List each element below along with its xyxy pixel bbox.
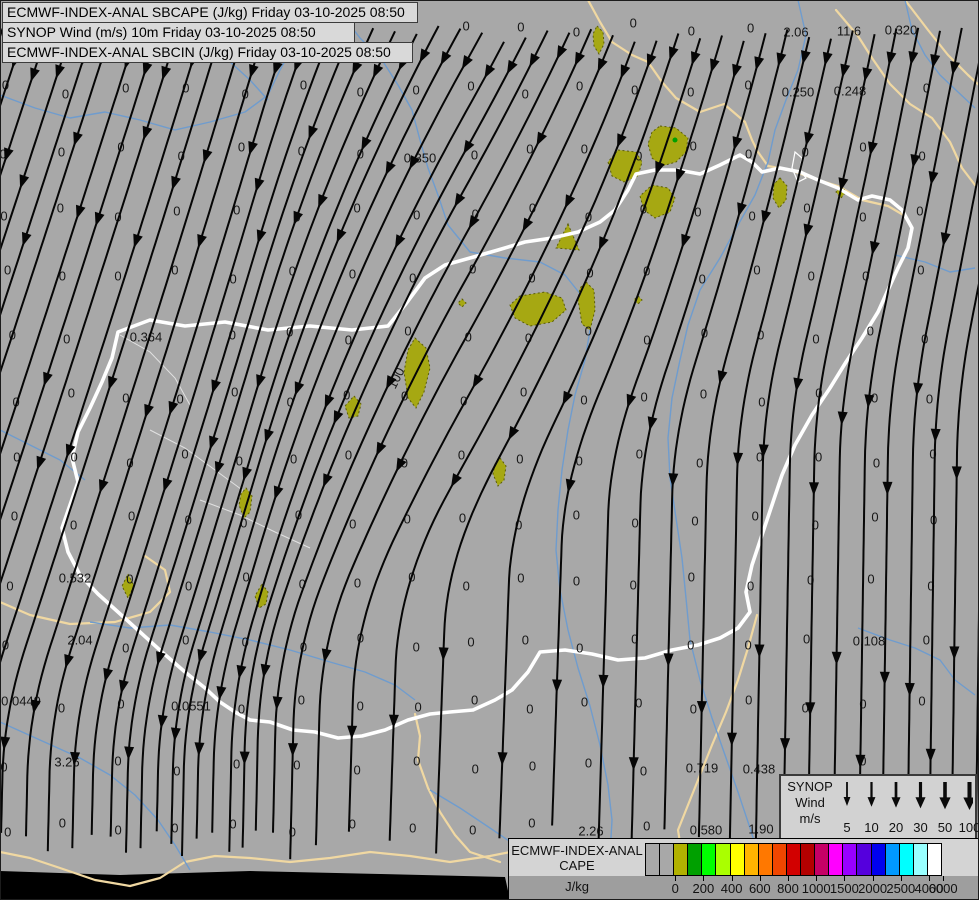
colorbar-cell [758,843,773,876]
synop-wind-legend: SYNOP Wind m/s 5 10 20 30 50 100 [779,774,977,841]
colorbar-tick-label: 1500 [830,881,859,896]
colorbar-cell [885,843,900,876]
colorbar-cell [800,843,815,876]
rivers [0,0,975,880]
cape-color-legend: ECMWF-INDEX-ANAL CAPE J/kg 0 200 400 600 800… [508,838,979,900]
geography-layer [0,0,979,900]
colorbar-cell [744,843,759,876]
colorbar-cell [715,843,730,876]
wind-arrow-head-icon [868,797,876,807]
cape-patches [122,26,846,608]
colorbar-cell [730,843,745,876]
cape-legend-title-line2: CAPE [509,858,645,873]
colorbar-tick-label: 800 [777,881,799,896]
colorbar-cell [701,843,716,876]
cape-colorbar [646,843,942,876]
cape-200-spot [673,138,678,143]
title-sbcape-text: ECMWF-INDEX-ANAL SBCAPE (J/kg) Friday 03… [7,4,405,20]
colorbar-tick-label: 2000 [858,881,887,896]
wind-arrow-head-icon [892,797,901,807]
colorbar-tick-label: 200 [693,881,715,896]
cape-legend-unit: J/kg [509,879,645,894]
colorbar-cell [842,843,857,876]
weather-map: 100 000000000000000000000000000000000000… [0,0,979,900]
colorbar-cell [814,843,829,876]
colorbar-cell [828,843,843,876]
county-borders [120,335,310,548]
colorbar-cell [871,843,886,876]
colorbar-cell [673,843,688,876]
colorbar-cell [645,843,660,876]
colorbar-tick-label: 6000 [929,881,958,896]
colorbar-cell [856,843,871,876]
colorbar-tick-label: 600 [749,881,771,896]
synop-legend-title: SYNOP Wind m/s [781,779,839,827]
colorbar-cell [659,843,674,876]
colorbar-tick-label: 2500 [886,881,915,896]
wind-speed-label: 100 [959,820,979,835]
wind-arrow-head-icon [915,797,925,808]
lake-outline [792,152,806,182]
wind-speed-label: 20 [889,820,903,835]
country-borders [0,0,979,886]
wind-arrow-head-icon [963,798,973,811]
wind-speed-label: 30 [913,820,927,835]
wind-speed-label: 50 [938,820,952,835]
cape-legend-title-line1: ECMWF-INDEX-ANAL [509,843,645,858]
wind-speed-label: 5 [843,820,850,835]
title-sbcin-text: ECMWF-INDEX-ANAL SBCIN (J/kg) Friday 03-… [7,44,391,60]
colorbar-cell [899,843,914,876]
river-tisza [668,0,806,860]
colorbar-tick-label: 0 [672,881,679,896]
colorbar-cell [913,843,928,876]
wind-speed-label: 10 [864,820,878,835]
wind-speed-arrow-icons [837,776,973,818]
wind-arrow-head-icon [844,797,851,806]
colorbar-tick-label: 1000 [802,881,831,896]
colorbar-tick-label: 400 [721,881,743,896]
hungary-border [62,155,912,738]
river-danube [340,12,612,880]
colorbar-cell [772,843,787,876]
colorbar-cell [687,843,702,876]
title-synop-wind: SYNOP Wind (m/s) 10m Friday 03-10-2025 0… [2,22,355,43]
colorbar-cell [786,843,801,876]
colorbar-cell [927,843,942,876]
title-synop-wind-text: SYNOP Wind (m/s) 10m Friday 03-10-2025 0… [7,24,316,40]
domain-edge [0,871,510,900]
title-sbcin: ECMWF-INDEX-ANAL SBCIN (J/kg) Friday 03-… [2,42,413,63]
wind-arrow-head-icon [939,797,950,809]
title-sbcape: ECMWF-INDEX-ANAL SBCAPE (J/kg) Friday 03… [2,2,418,23]
